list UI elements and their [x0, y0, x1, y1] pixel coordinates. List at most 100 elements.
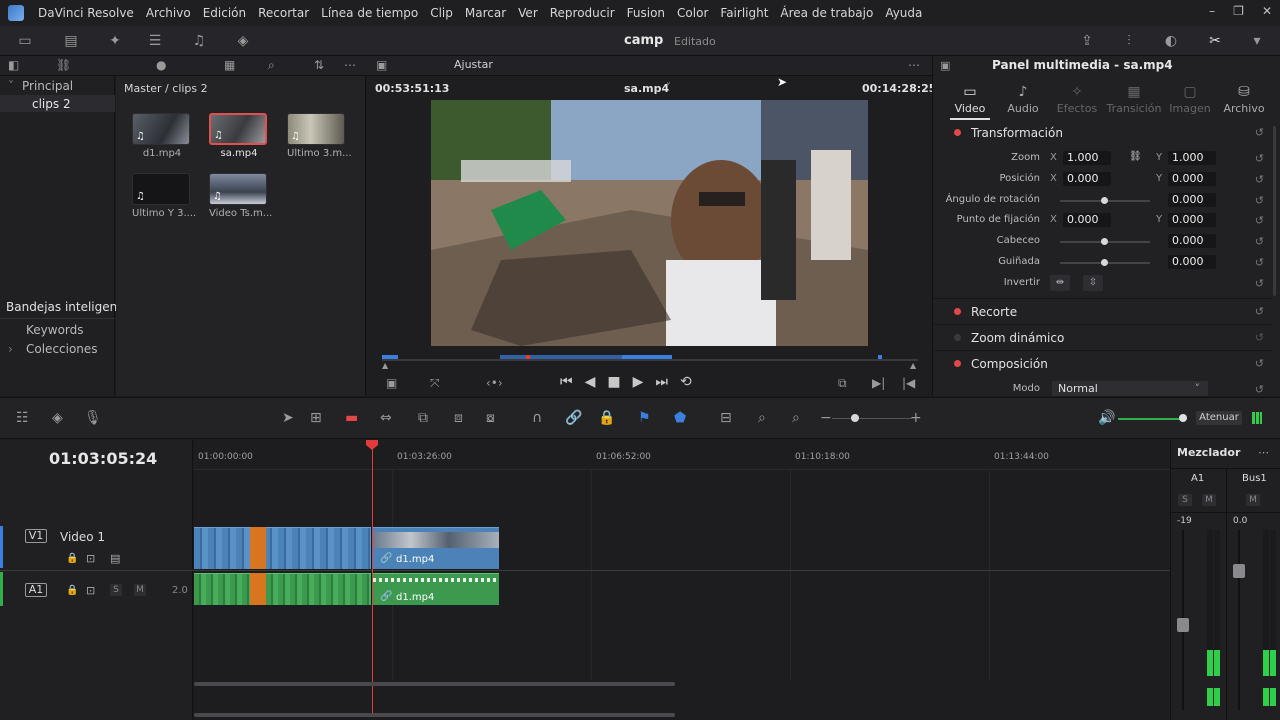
snap-icon[interactable]: ◈ [52, 410, 63, 426]
section-enable-dot[interactable] [954, 308, 961, 315]
reset-icon[interactable]: ↺ [1255, 331, 1264, 344]
metadata-icon[interactable]: ◐ [1162, 32, 1180, 50]
video-frame[interactable] [431, 100, 868, 346]
menu-color[interactable]: Color [671, 6, 714, 20]
volume-slider-knob[interactable] [1179, 414, 1187, 422]
menu-area-de-trabajo[interactable]: Área de trabajo [774, 6, 879, 20]
section-enable-dot[interactable] [954, 360, 961, 367]
bus1-fader-knob[interactable] [1233, 564, 1245, 578]
position-lock-icon[interactable]: 🔒 [598, 410, 615, 426]
section-enable-dot[interactable] [954, 129, 961, 136]
thumbnail-size-slider[interactable]: ● [156, 58, 166, 72]
position-x-field[interactable]: 0.000 [1063, 172, 1111, 186]
snapping-icon[interactable]: ∩ [532, 410, 542, 426]
insert-clip-icon[interactable]: ⧉ [418, 410, 428, 426]
clip-thumbnail-d1[interactable]: ♫ d1.mp4 [132, 113, 192, 159]
more-options-icon[interactable]: ⋯ [344, 58, 356, 72]
out-point-marker-icon[interactable]: ▲ [910, 361, 916, 370]
effects-library-icon[interactable]: ▤ [62, 32, 80, 50]
video-clip-orange[interactable] [250, 527, 266, 569]
viewer-zoom-select[interactable]: Ajustar [454, 58, 493, 71]
slider-knob[interactable] [1101, 259, 1108, 266]
flip-vertical-icon[interactable]: ⇳ [1083, 275, 1103, 291]
smart-bin-keywords[interactable]: Keywords [26, 323, 84, 337]
zoom-out-icon[interactable]: − [820, 410, 832, 426]
lock-icon[interactable]: 🔒 [66, 553, 78, 564]
menu-edicion[interactable]: Edición [197, 6, 252, 20]
slider-knob[interactable] [1101, 238, 1108, 245]
export-icon[interactable]: ⇪ [1078, 32, 1096, 50]
sidebar-toggle-icon[interactable]: ◧ [8, 58, 19, 72]
zoom-detail-icon[interactable]: ⌕ [758, 410, 766, 426]
selection-tool-icon[interactable]: ➤ [282, 410, 294, 426]
match-frame-icon[interactable]: ⧉ [838, 376, 847, 391]
clip-thumbnail-sa[interactable]: ♫ sa.mp4 [209, 113, 269, 159]
playhead[interactable] [372, 443, 373, 713]
viewer-clip-name[interactable]: sa.mp4 [624, 82, 669, 95]
zoom-slider[interactable] [832, 418, 912, 419]
reset-icon[interactable]: ↺ [1255, 305, 1264, 318]
go-to-end-icon[interactable]: ⏭ [655, 374, 668, 390]
meter-toggle-icon[interactable] [1252, 412, 1262, 424]
tab-archivo[interactable]: ⛁ Archivo [1216, 84, 1272, 115]
viewer-more-icon[interactable]: ⋯ [908, 58, 920, 72]
position-y-field[interactable]: 0.000 [1168, 172, 1216, 186]
viewer-mode-icon[interactable]: ▣ [376, 58, 387, 72]
flip-horizontal-icon[interactable]: ⇹ [1050, 275, 1070, 291]
voiceover-mic-icon[interactable]: 🎙 [84, 410, 102, 426]
timeline-timecode[interactable]: 01:03:05:24 [49, 449, 157, 468]
chevron-right-icon[interactable]: › [8, 342, 13, 356]
flag-icon[interactable]: ⚑ [638, 410, 651, 426]
search-icon[interactable]: ⌕ [268, 58, 275, 73]
pitch-slider[interactable] [1060, 238, 1150, 245]
reset-icon[interactable]: ↺ [1255, 277, 1264, 290]
transform-overlay-icon[interactable]: ⤧ [430, 376, 440, 391]
smart-bin-colecciones[interactable]: Colecciones [26, 342, 98, 356]
zoom-in-icon[interactable]: + [910, 410, 922, 426]
bin-clips-2[interactable]: clips 2 [32, 97, 71, 111]
reset-icon[interactable]: ↺ [1255, 152, 1264, 165]
zoom-x-field[interactable]: 1.000 [1063, 151, 1111, 165]
rotation-field[interactable]: 0.000 [1168, 193, 1216, 207]
clip-thumbnail-video-ts[interactable]: ♫ Video Ts.m... [209, 173, 272, 219]
link-chain-icon[interactable]: ⛓ [1129, 151, 1142, 162]
replace-clip-icon[interactable]: ⧇ [486, 410, 495, 426]
media-pool-toggle-icon[interactable]: ▭ [16, 32, 34, 50]
menu-linea-de-tiempo[interactable]: Línea de tiempo [315, 6, 424, 20]
section-transformacion[interactable]: Transformación [940, 126, 1270, 140]
prev-frame-icon[interactable]: ‹•› [486, 376, 503, 390]
pitch-field[interactable]: 0.000 [1168, 234, 1216, 248]
section-zoom-dinamico[interactable]: Zoom dinámico [940, 331, 1270, 345]
mixer-more-icon[interactable]: ⋯ [1258, 446, 1269, 459]
mute-button[interactable]: M [134, 584, 146, 596]
section-recorte[interactable]: Recorte [940, 305, 1270, 319]
zoom-slider-knob[interactable] [851, 414, 859, 422]
tab-imagen[interactable]: ▢ Imagen [1162, 84, 1218, 115]
audio-clip-orange[interactable] [250, 573, 266, 605]
in-point-marker-icon[interactable]: ▲ [382, 361, 388, 370]
yaw-field[interactable]: 0.000 [1168, 255, 1216, 269]
composite-mode-select[interactable]: Normal ˅ [1052, 381, 1208, 396]
mark-out-icon[interactable]: ▶| [872, 376, 885, 390]
link-icon[interactable]: ⛓ [56, 58, 71, 72]
inspector-icon[interactable]: ◈ [234, 32, 252, 50]
section-composicion[interactable]: Composición [940, 357, 1270, 371]
inspector-scrollbar[interactable] [1273, 126, 1276, 296]
track-id-a1[interactable]: A1 [25, 583, 47, 597]
expand-icon[interactable]: ▾ [1248, 32, 1266, 50]
mixer-mute-button[interactable]: M [1202, 494, 1216, 506]
loop-icon[interactable]: ⟲ [680, 374, 692, 390]
mixer-toggle-icon[interactable]: ⫶ [1120, 32, 1138, 50]
marker-icon[interactable]: ⬟ [674, 410, 686, 426]
anchor-x-field[interactable]: 0.000 [1063, 213, 1111, 227]
viewer-scrub-markers[interactable] [382, 351, 918, 359]
zoom-custom-icon[interactable]: ⌕ [792, 410, 800, 426]
bus1-fader-track[interactable] [1238, 530, 1240, 710]
timeline-view-options-icon[interactable]: ☷ [16, 410, 29, 426]
tab-efectos[interactable]: ✧ Efectos [1049, 84, 1105, 115]
anchor-y-field[interactable]: 0.000 [1168, 213, 1216, 227]
section-enable-dot[interactable] [954, 334, 961, 341]
clip-thumbnail-ultimo-y-3[interactable]: ♫ Ultimo Y 3.... [132, 173, 196, 219]
mixer-bus-mute-button[interactable]: M [1246, 494, 1260, 506]
disable-video-track-icon[interactable]: ▤ [110, 552, 120, 565]
